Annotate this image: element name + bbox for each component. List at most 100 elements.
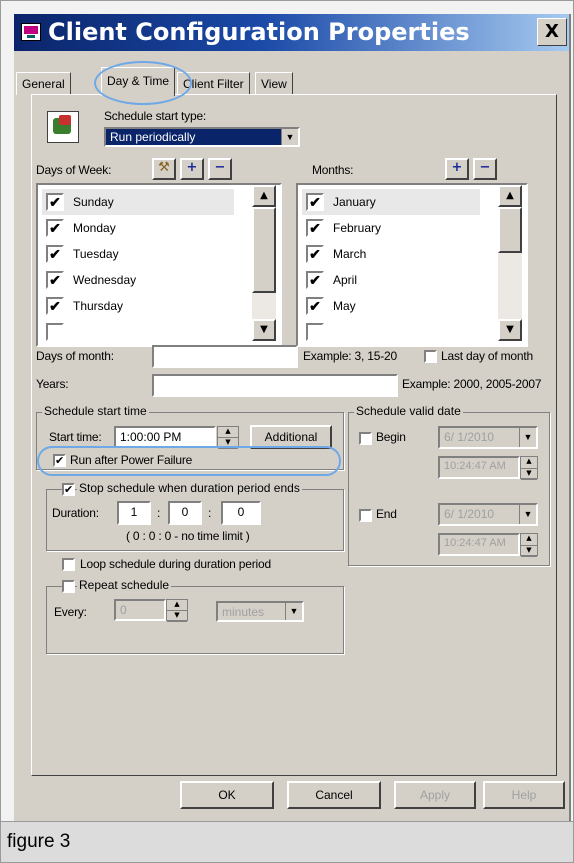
days-collapse-minus-icon[interactable]: −	[208, 158, 232, 180]
list-item-thursday[interactable]: ✔ Thursday	[42, 293, 234, 319]
spin-up-icon[interactable]: ▲	[521, 457, 537, 469]
begin-time-input[interactable]: 10:24:47 AM	[438, 456, 520, 479]
end-date-picker[interactable]: 6/ 1/2010 ▼	[438, 503, 538, 526]
help-button[interactable]: Help	[483, 781, 565, 809]
list-item-february[interactable]: ✔ February	[302, 215, 480, 241]
last-day-of-month-checkbox[interactable]	[424, 350, 437, 363]
schedule-start-type-label: Schedule start type:	[104, 109, 207, 123]
spin-up-icon[interactable]: ▲	[167, 600, 187, 611]
figure-caption: figure 3	[0, 821, 574, 863]
close-button[interactable]: X	[537, 18, 567, 46]
scrollbar-thumb[interactable]	[498, 207, 522, 253]
list-item-january[interactable]: ✔ January	[302, 189, 480, 215]
spin-up-icon[interactable]: ▲	[521, 534, 537, 546]
start-time-input[interactable]: 1:00:00 PM	[114, 426, 216, 448]
end-time-stepper[interactable]: ▲ ▼	[520, 533, 538, 557]
every-input[interactable]: 0	[114, 599, 166, 621]
schedule-start-type-select[interactable]: Run periodically ▼	[104, 127, 300, 147]
figure-frame: Client Configuration Properties X Genera…	[0, 0, 574, 822]
list-item-may[interactable]: ✔ May	[302, 293, 480, 319]
scroll-up-icon[interactable]: ▲	[252, 185, 276, 207]
duration-seconds-input[interactable]: 0	[221, 501, 261, 525]
checkbox-monday[interactable]: ✔	[46, 219, 64, 237]
months-collapse-minus-icon[interactable]: −	[473, 158, 497, 180]
spin-down-icon[interactable]: ▼	[167, 611, 187, 622]
schedule-start-type-value: Run periodically	[110, 130, 196, 144]
months-expand-plus-icon[interactable]: +	[445, 158, 469, 180]
every-stepper[interactable]: ▲ ▼	[166, 599, 188, 622]
begin-date-picker[interactable]: 6/ 1/2010 ▼	[438, 426, 538, 449]
tab-client-filter[interactable]: Client Filter	[177, 72, 250, 95]
scroll-down-icon[interactable]: ▼	[252, 319, 276, 341]
checkbox-may[interactable]: ✔	[306, 297, 324, 315]
list-item-partial	[42, 319, 234, 345]
duration-minutes-input[interactable]: 0	[168, 501, 202, 525]
apply-button[interactable]: Apply	[394, 781, 476, 809]
scrollbar-thumb[interactable]	[252, 207, 276, 293]
scroll-up-icon[interactable]: ▲	[498, 185, 522, 207]
calendar-dropdown-icon[interactable]: ▼	[519, 428, 536, 447]
days-of-month-label: Days of month:	[36, 349, 114, 363]
checkbox-tuesday[interactable]: ✔	[46, 245, 64, 263]
tab-view[interactable]: View	[255, 72, 293, 95]
list-item-partial	[302, 319, 480, 345]
chevron-down-icon[interactable]: ▼	[285, 603, 302, 620]
days-of-month-example: Example: 3, 15-20	[303, 349, 397, 363]
tab-day-and-time[interactable]: Day & Time	[101, 67, 176, 96]
duration-hint: ( 0 : 0 : 0 - no time limit )	[126, 529, 250, 543]
repeat-schedule-label: Repeat schedule	[77, 578, 172, 592]
begin-time-stepper[interactable]: ▲ ▼	[520, 456, 538, 480]
tab-general[interactable]: General	[16, 72, 71, 95]
list-item-march[interactable]: ✔ March	[302, 241, 480, 267]
cancel-button[interactable]: Cancel	[287, 781, 381, 809]
months-list[interactable]: ✔ January ✔ February ✔ March ✔ April ✔ May ▲ …	[296, 183, 528, 347]
days-scrollbar[interactable]: ▲ ▼	[252, 185, 276, 341]
checkbox-thursday[interactable]: ✔	[46, 297, 64, 315]
months-label: Months:	[312, 163, 354, 177]
scroll-down-icon[interactable]: ▼	[498, 319, 522, 341]
checkbox-march[interactable]: ✔	[306, 245, 324, 263]
checkbox-january[interactable]: ✔	[306, 193, 324, 211]
list-item-tuesday[interactable]: ✔ Tuesday	[42, 241, 234, 267]
years-input[interactable]	[152, 374, 398, 397]
checkbox-sunday[interactable]: ✔	[46, 193, 64, 211]
days-expand-plus-icon[interactable]: +	[180, 158, 204, 180]
tools-icon[interactable]: ⚒	[152, 158, 176, 180]
months-scrollbar[interactable]: ▲ ▼	[498, 185, 522, 341]
spin-down-icon[interactable]: ▼	[521, 469, 537, 480]
repeat-schedule-checkbox[interactable]	[62, 580, 75, 593]
ok-button[interactable]: OK	[180, 781, 274, 809]
list-item-label: Wednesday	[73, 273, 137, 287]
spin-down-icon[interactable]: ▼	[218, 438, 238, 449]
checkbox-wednesday[interactable]: ✔	[46, 271, 64, 289]
list-item-april[interactable]: ✔ April	[302, 267, 480, 293]
loop-schedule-checkbox[interactable]	[62, 558, 75, 571]
schedule-valid-date-label: Schedule valid date	[354, 404, 463, 418]
checkbox-february[interactable]: ✔	[306, 219, 324, 237]
list-item-wednesday[interactable]: ✔ Wednesday	[42, 267, 234, 293]
additional-button[interactable]: Additional	[250, 425, 332, 449]
start-time-stepper[interactable]: ▲ ▼	[217, 426, 239, 449]
end-time-input[interactable]: 10:24:47 AM	[438, 533, 520, 556]
spin-up-icon[interactable]: ▲	[218, 427, 238, 438]
checkbox-april[interactable]: ✔	[306, 271, 324, 289]
list-item-label: March	[333, 247, 367, 261]
schedule-start-time-label: Schedule start time	[42, 404, 149, 418]
duration-label: Duration:	[52, 506, 99, 520]
calendar-dropdown-icon[interactable]: ▼	[519, 505, 536, 524]
list-item-sunday[interactable]: ✔ Sunday	[42, 189, 234, 215]
stop-schedule-checkbox[interactable]: ✔	[62, 483, 75, 496]
repeat-unit-select[interactable]: minutes ▼	[216, 601, 304, 622]
begin-date-value: 6/ 1/2010	[444, 430, 495, 444]
run-after-power-failure-checkbox[interactable]: ✔	[53, 454, 66, 467]
list-item-label: Tuesday	[73, 247, 119, 261]
chevron-down-icon[interactable]: ▼	[281, 129, 298, 145]
days-of-week-list[interactable]: ✔ Sunday ✔ Monday ✔ Tuesday ✔ Wednesday ✔ Thu…	[36, 183, 282, 347]
title-bar[interactable]: Client Configuration Properties X	[14, 14, 569, 51]
duration-hours-input[interactable]: 1	[117, 501, 151, 525]
begin-checkbox[interactable]	[359, 432, 372, 445]
end-checkbox[interactable]	[359, 509, 372, 522]
spin-down-icon[interactable]: ▼	[521, 546, 537, 557]
list-item-monday[interactable]: ✔ Monday	[42, 215, 234, 241]
days-of-month-input[interactable]	[152, 345, 298, 368]
